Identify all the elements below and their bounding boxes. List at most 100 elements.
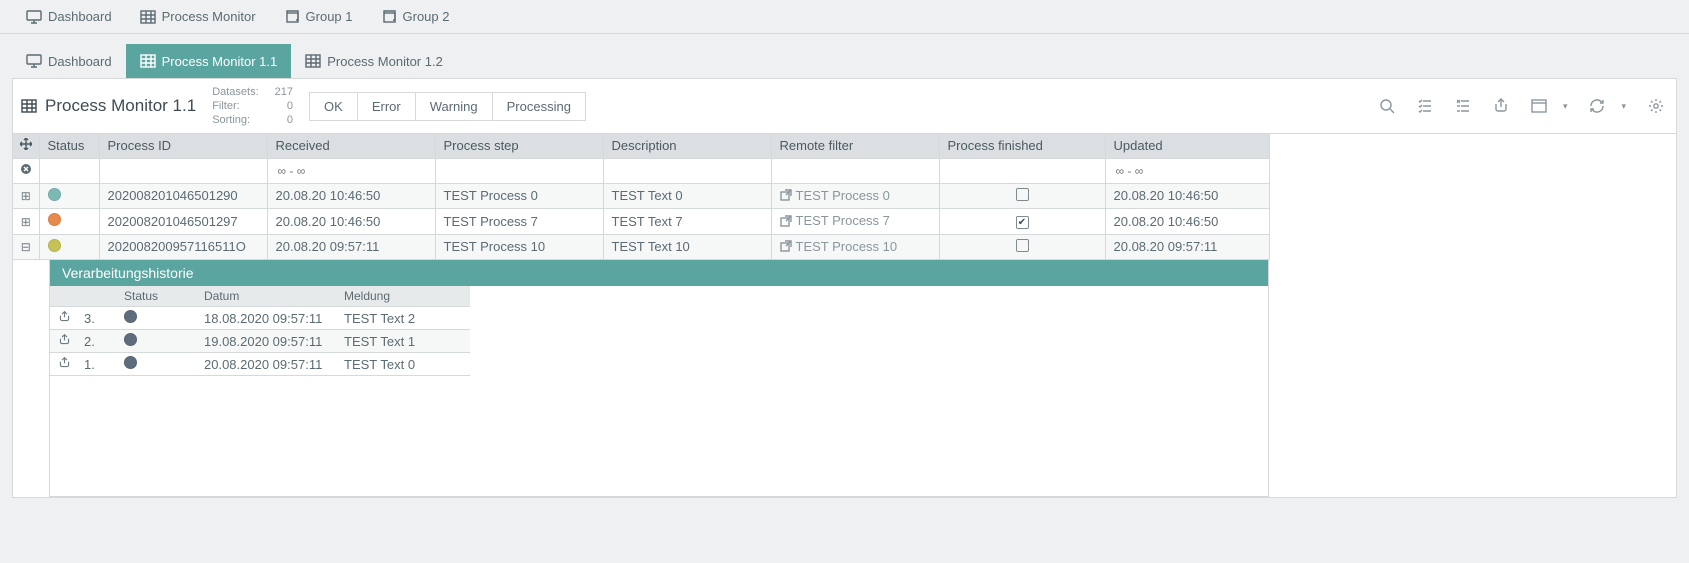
toolbar: ▾ ▾	[1375, 94, 1668, 118]
process-table: Status Process ID Received Process step …	[13, 134, 1270, 260]
history-row[interactable]: 3. 18.08.2020 09:57:11 TEST Text 2	[50, 307, 470, 330]
window-icon[interactable]	[1527, 95, 1551, 117]
export-icon[interactable]	[58, 333, 84, 349]
tab-process-monitor-1-1[interactable]: Process Monitor 1.1	[126, 44, 292, 78]
gear-icon[interactable]	[1644, 94, 1668, 118]
grid-icon	[21, 99, 37, 113]
cell-process-step: TEST Process 7	[435, 209, 603, 235]
export-icon[interactable]	[1489, 94, 1513, 118]
filter-description[interactable]	[612, 163, 763, 179]
tab-process-monitor-1-2[interactable]: Process Monitor 1.2	[291, 44, 457, 78]
tab-label: Process Monitor 1.2	[327, 54, 443, 69]
nav-group-2[interactable]: Group 2	[367, 0, 464, 33]
filter-process-id[interactable]	[108, 163, 259, 179]
monitor-icon	[26, 10, 42, 24]
filter-remote[interactable]	[780, 163, 931, 179]
status-btn-error[interactable]: Error	[357, 92, 416, 121]
tab-label: Dashboard	[48, 54, 112, 69]
nav-process-monitor[interactable]: Process Monitor	[126, 0, 270, 33]
table-header-row: Status Process ID Received Process step …	[13, 134, 1269, 158]
table-row[interactable]: ⊞ 202008201046501290 20.08.20 10:46:50 T…	[13, 183, 1269, 209]
remote-link[interactable]: TEST Process 10	[780, 239, 898, 254]
grid-icon	[140, 54, 156, 68]
cell-received: 20.08.20 09:57:11	[267, 234, 435, 260]
expand-icon[interactable]: ⊞	[21, 215, 31, 229]
tab-dashboard[interactable]: Dashboard	[12, 44, 126, 78]
nav-label: Dashboard	[48, 9, 112, 24]
table-row[interactable]: ⊟ 202008200957116511O 20.08.20 09:57:11 …	[13, 234, 1269, 260]
history-panel: Verarbeitungshistorie Status Datum Meldu…	[49, 260, 1269, 497]
nav-label: Group 1	[306, 9, 353, 24]
collapse-icon[interactable]: ⊟	[21, 240, 31, 254]
history-th-meldung: Meldung	[344, 289, 462, 303]
cell-description: TEST Text 7	[603, 209, 771, 235]
history-row[interactable]: 2. 19.08.2020 09:57:11 TEST Text 1	[50, 330, 470, 353]
filter-finished[interactable]	[948, 163, 1097, 179]
status-btn-warning[interactable]: Warning	[415, 92, 493, 121]
export-icon[interactable]	[58, 356, 84, 372]
filter-row	[13, 158, 1269, 183]
panel-title-text: Process Monitor 1.1	[45, 96, 196, 116]
table-row[interactable]: ⊞ 202008201046501297 20.08.20 10:46:50 T…	[13, 209, 1269, 235]
th-process-finished[interactable]: Process finished	[939, 134, 1105, 158]
history-num: 3.	[84, 311, 124, 326]
status-btn-processing[interactable]: Processing	[492, 92, 586, 121]
nav-group-1[interactable]: Group 1	[270, 0, 367, 33]
status-dot	[48, 188, 61, 201]
stats-sorting-value: 0	[275, 113, 293, 127]
th-process-id[interactable]: Process ID	[99, 134, 267, 158]
cell-process-step: TEST Process 10	[435, 234, 603, 260]
list-check-icon[interactable]	[1413, 94, 1437, 118]
expand-icon[interactable]: ⊞	[21, 189, 31, 203]
filter-status[interactable]	[48, 163, 91, 179]
th-received[interactable]: Received	[267, 134, 435, 158]
move-icon[interactable]	[13, 134, 39, 158]
status-filter-buttons: OK Error Warning Processing	[309, 92, 586, 121]
th-process-step[interactable]: Process step	[435, 134, 603, 158]
history-row[interactable]: 1. 20.08.2020 09:57:11 TEST Text 0	[50, 353, 470, 376]
cell-process-step: TEST Process 0	[435, 183, 603, 209]
status-btn-ok[interactable]: OK	[309, 92, 358, 121]
th-description[interactable]: Description	[603, 134, 771, 158]
status-dot	[48, 239, 61, 252]
filter-received[interactable]	[276, 163, 427, 179]
th-remote-filter[interactable]: Remote filter	[771, 134, 939, 158]
remote-link[interactable]: TEST Process 0	[780, 188, 890, 203]
filter-updated[interactable]	[1114, 163, 1261, 179]
clear-filter-icon[interactable]	[13, 158, 39, 183]
finished-checkbox[interactable]	[1016, 188, 1029, 201]
status-dot	[48, 213, 61, 226]
secondary-nav: Dashboard Process Monitor 1.1 Process Mo…	[0, 44, 1689, 78]
history-th-datum: Datum	[204, 289, 344, 303]
export-icon[interactable]	[58, 310, 84, 326]
nav-dashboard[interactable]: Dashboard	[12, 0, 126, 33]
finished-checkbox[interactable]	[1016, 239, 1029, 252]
th-status[interactable]: Status	[39, 134, 99, 158]
cell-received: 20.08.20 10:46:50	[267, 209, 435, 235]
remote-link[interactable]: TEST Process 7	[780, 213, 890, 228]
search-icon[interactable]	[1375, 94, 1399, 118]
refresh-icon[interactable]	[1585, 94, 1609, 118]
list-remove-icon[interactable]	[1451, 94, 1475, 118]
history-meldung: TEST Text 1	[344, 334, 462, 349]
duplicate-icon	[381, 10, 397, 24]
history-num: 2.	[84, 334, 124, 349]
history-header: Status Datum Meldung	[50, 286, 470, 307]
cell-received: 20.08.20 10:46:50	[267, 183, 435, 209]
filter-process-step[interactable]	[444, 163, 595, 179]
cell-updated: 20.08.20 09:57:11	[1105, 234, 1269, 260]
chevron-down-icon[interactable]: ▾	[1617, 97, 1630, 116]
th-updated[interactable]: Updated	[1105, 134, 1269, 158]
status-dot	[124, 356, 137, 369]
cell-process-id: 202008200957116511O	[99, 234, 267, 260]
history-meldung: TEST Text 2	[344, 311, 462, 326]
finished-checkbox[interactable]: ✔	[1016, 216, 1029, 229]
history-th-status: Status	[124, 289, 204, 303]
chevron-down-icon[interactable]: ▾	[1559, 97, 1572, 116]
grid-icon	[140, 10, 156, 24]
process-monitor-panel: Process Monitor 1.1 Datasets: 217 Filter…	[12, 78, 1677, 498]
cell-updated: 20.08.20 10:46:50	[1105, 183, 1269, 209]
status-dot	[124, 310, 137, 323]
history-datum: 18.08.2020 09:57:11	[204, 311, 344, 326]
history-datum: 20.08.2020 09:57:11	[204, 357, 344, 372]
